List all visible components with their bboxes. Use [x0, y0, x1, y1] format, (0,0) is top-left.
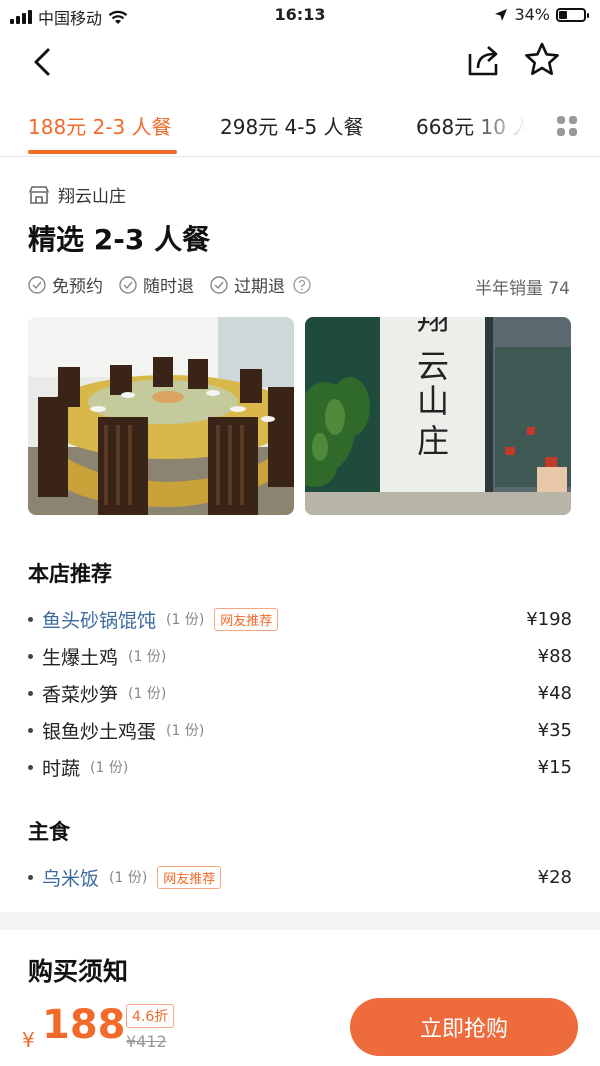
feature-label: 过期退 — [234, 277, 285, 297]
purchase-notice-title: 购买须知 — [28, 957, 129, 986]
bullet — [28, 616, 33, 622]
tab-package-2[interactable]: 298元 4-5 人餐 — [220, 111, 364, 140]
recommend-tag: 网友推荐 — [157, 865, 222, 889]
menu-item: 香菜炒笋 (1 份) ¥48 — [28, 678, 572, 708]
item-portion: (1 份) — [128, 686, 167, 702]
buy-now-button[interactable]: 立即抢购 — [350, 998, 578, 1056]
share-icon[interactable] — [466, 42, 502, 78]
check-circle-icon — [28, 275, 46, 294]
deal-features: 免预约 随时退 过期退 — [28, 272, 311, 297]
battery-fill — [559, 10, 567, 19]
shop-sign-char: 翔 — [417, 317, 449, 337]
shop-sign-char: 庄 — [417, 422, 449, 460]
status-bar: 中国移动 16:13 34% — [0, 0, 600, 30]
feature-refund-anytime: 随时退 — [119, 272, 194, 297]
item-price: ¥88 — [537, 645, 572, 667]
item-name: 银鱼炒土鸡蛋 — [42, 720, 157, 743]
shop-link[interactable]: 翔云山庄 — [28, 182, 126, 207]
recommend-tag: 网友推荐 — [214, 607, 279, 631]
tab-package-1[interactable]: 188元 2-3 人餐 — [28, 111, 172, 140]
item-name[interactable]: 乌米饭 — [42, 864, 99, 891]
store-icon — [29, 185, 49, 204]
section-title-recommend: 本店推荐 — [28, 562, 112, 586]
item-name: 生爆土鸡 — [42, 646, 119, 669]
bullet — [28, 874, 33, 880]
item-price: ¥48 — [537, 682, 572, 704]
menu-item: 生爆土鸡 (1 份) ¥88 — [28, 641, 572, 671]
shop-sign-char: 山 — [417, 382, 449, 420]
feature-no-reservation: 免预约 — [28, 272, 103, 297]
star-outline-icon[interactable] — [522, 40, 562, 80]
item-price: ¥15 — [537, 756, 572, 778]
menu-item: 银鱼炒土鸡蛋 (1 份) ¥35 — [28, 715, 572, 745]
package-tabs: 188元 2-3 人餐 298元 4-5 人餐 668元 10 人 — [0, 95, 600, 157]
bottom-purchase-bar: ¥ 188 4.6折 ¥412 立即抢购 — [0, 992, 600, 1066]
status-right: 34% — [494, 5, 589, 24]
item-price: ¥35 — [537, 719, 572, 741]
help-circle-icon[interactable] — [293, 275, 311, 294]
entrance-photo[interactable]: 翔 云 山 庄 — [305, 317, 571, 515]
menu-item: 时蔬 (1 份) ¥15 — [28, 752, 572, 782]
deal-title: 精选 2-3 人餐 — [28, 223, 211, 256]
bullet — [28, 690, 33, 696]
location-arrow-icon — [495, 8, 508, 21]
bullet — [28, 727, 33, 733]
deal-price: 188 — [42, 1002, 126, 1048]
item-portion: (1 份) — [128, 649, 167, 665]
battery-percent: 34% — [514, 5, 550, 24]
discount-badge: 4.6折 — [126, 1004, 175, 1028]
sales-count: 半年销量 74 — [474, 279, 570, 299]
item-price: ¥198 — [526, 608, 572, 630]
tabs-fade — [470, 95, 550, 155]
original-price: ¥412 — [126, 1032, 167, 1051]
check-circle-icon — [210, 275, 228, 294]
chevron-left-icon[interactable] — [24, 42, 64, 82]
item-name: 时蔬 — [42, 757, 81, 780]
battery-icon — [556, 7, 589, 22]
bullet — [28, 653, 33, 659]
bullet — [28, 764, 33, 770]
item-portion: (1 份) — [109, 870, 148, 886]
item-name[interactable]: 鱼头砂锅馄饨 — [42, 606, 156, 633]
section-divider — [0, 912, 600, 930]
feature-expired-refund: 过期退 — [210, 272, 285, 297]
item-portion: (1 份) — [166, 723, 205, 739]
shop-name: 翔云山庄 — [58, 187, 126, 207]
item-price: ¥28 — [537, 866, 572, 888]
item-portion: (1 份) — [90, 760, 129, 776]
item-portion: (1 份) — [166, 612, 205, 628]
currency-symbol: ¥ — [22, 1028, 35, 1052]
shop-sign-char: 云 — [417, 347, 449, 385]
check-circle-icon — [119, 275, 137, 294]
dining-room-photo[interactable] — [28, 317, 294, 515]
grid-menu-icon[interactable] — [556, 115, 578, 137]
nav-bar — [0, 30, 600, 95]
feature-label: 随时退 — [143, 277, 194, 297]
feature-label: 免预约 — [52, 277, 103, 297]
menu-item[interactable]: 鱼头砂锅馄饨 (1 份) 网友推荐 ¥198 — [28, 604, 572, 634]
active-tab-indicator — [28, 150, 177, 154]
menu-item[interactable]: 乌米饭 (1 份) 网友推荐 ¥28 — [28, 862, 572, 892]
item-name: 香菜炒笋 — [42, 683, 119, 706]
section-title-staple: 主食 — [28, 820, 70, 844]
